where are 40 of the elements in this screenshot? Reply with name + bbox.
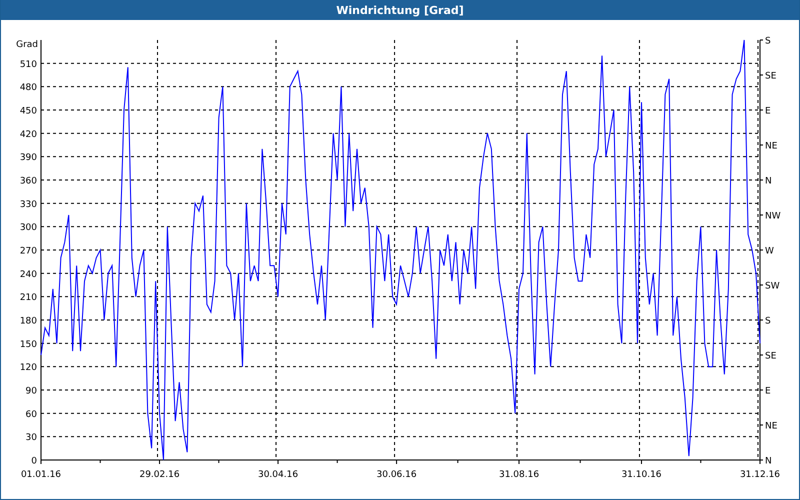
y-tick-label: 480 [20, 83, 37, 94]
compass-tick-label: SE [765, 72, 776, 82]
compass-tick-label: SE [765, 352, 776, 362]
compass-tick-label: NW [765, 212, 781, 222]
y-tick-label: 330 [20, 200, 37, 210]
window-title: Windrichtung [Grad] [336, 4, 464, 16]
compass-tick-label: E [765, 106, 771, 116]
y-tick-label: 300 [20, 223, 37, 234]
y-tick-label: 240 [20, 270, 37, 280]
compass-tick-label: NE [765, 422, 778, 432]
y-tick-label: 180 [20, 316, 37, 326]
y-tick-label: 420 [20, 130, 37, 140]
x-tick-label: 31.10.16 [621, 470, 662, 480]
y-axis-title: Grad [16, 40, 38, 50]
y-tick-label: 210 [20, 293, 37, 304]
compass-tick-label: S [765, 36, 771, 46]
x-tick-label: 30.06.16 [376, 470, 417, 480]
compass-tick-label: N [765, 456, 772, 466]
compass-tick-label: N [765, 176, 772, 186]
y-tick-label: 510 [20, 60, 37, 70]
x-tick-label: 31.12.16 [740, 470, 780, 480]
y-tick-label: 360 [20, 176, 37, 186]
y-tick-label: 30 [26, 433, 37, 444]
y-tick-label: 150 [20, 340, 37, 350]
compass-tick-label: W [765, 246, 774, 256]
compass-tick-label: S [765, 316, 771, 326]
compass-tick-label: E [765, 386, 771, 396]
x-tick-label: 31.08.16 [498, 470, 540, 480]
y-tick-label: 450 [20, 106, 37, 116]
y-tick-label: 270 [20, 246, 37, 256]
x-tick-label: 29.02.16 [139, 470, 180, 480]
y-tick-label: 0 [31, 456, 37, 466]
y-tick-label: 390 [20, 153, 37, 164]
compass-tick-label: SW [765, 282, 780, 292]
y-tick-label: 120 [20, 363, 37, 374]
y-tick-label: 90 [26, 386, 37, 396]
x-tick-label: 01.01.16 [20, 470, 62, 480]
compass-tick-label: NE [765, 142, 778, 152]
y-tick-label: 60 [26, 410, 37, 420]
x-tick-label: 30.04.16 [258, 470, 298, 480]
